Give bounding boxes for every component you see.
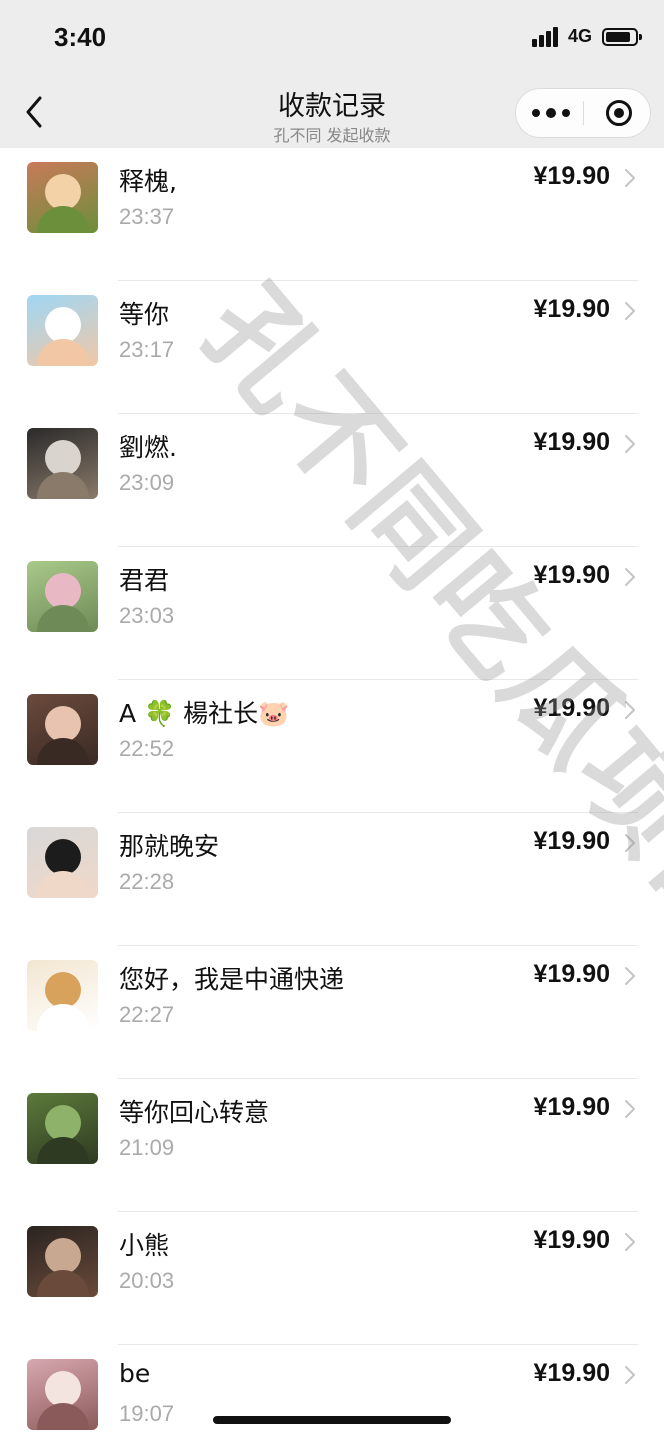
more-button[interactable]: [516, 89, 584, 137]
avatar: [27, 561, 98, 632]
target-dot: [614, 108, 624, 118]
more-dot-icon: [562, 109, 570, 117]
close-mini-program-button[interactable]: [584, 89, 652, 137]
payment-amount: ¥19.90: [533, 960, 610, 988]
payment-time: 20:03: [119, 1268, 175, 1293]
payment-amount: ¥19.90: [533, 561, 610, 589]
list-item[interactable]: 那就晚安 22:28 ¥19.90: [0, 813, 664, 946]
mini-program-capsule: [515, 88, 651, 138]
payment-time: 23:09: [119, 470, 175, 495]
payer-name: 释槐,: [119, 167, 177, 196]
chevron-right-icon: [625, 967, 635, 985]
payer-name: be: [119, 1359, 151, 1388]
status-indicators: 4G: [531, 26, 642, 47]
chevron-right-icon: [625, 169, 635, 187]
list-item[interactable]: 等你回心转意 21:09 ¥19.90: [0, 1079, 664, 1212]
battery-icon: [602, 27, 642, 46]
status-time: 3:40: [54, 22, 107, 52]
payment-amount: ¥19.90: [533, 827, 610, 855]
avatar: [27, 1359, 98, 1430]
chevron-right-icon: [625, 701, 635, 719]
list-item[interactable]: 君君 23:03 ¥19.90: [0, 547, 664, 680]
signal-icon: [531, 26, 560, 47]
payer-name: 等你回心转意: [119, 1098, 270, 1127]
payment-amount: ¥19.90: [533, 1226, 610, 1254]
chevron-right-icon: [625, 1233, 635, 1251]
list-item[interactable]: A 🍀 楊社长🐷 22:52 ¥19.90: [0, 680, 664, 813]
list-item[interactable]: 释槐, 23:37 ¥19.90: [0, 148, 664, 281]
payer-name: 那就晚安: [119, 832, 220, 861]
more-dot-icon: [532, 109, 540, 117]
avatar: [27, 827, 98, 898]
home-indicator[interactable]: [213, 1416, 451, 1424]
payment-amount: ¥19.90: [533, 1359, 610, 1387]
payment-amount: ¥19.90: [533, 162, 610, 190]
chevron-right-icon: [625, 1366, 635, 1384]
status-bar: 3:40 4G: [0, 0, 664, 80]
payment-time: 22:27: [119, 1002, 175, 1027]
avatar: [27, 162, 98, 233]
list-item[interactable]: 劉燃. 23:09 ¥19.90: [0, 414, 664, 547]
list-item[interactable]: 您好，我是中通快递 22:27 ¥19.90: [0, 946, 664, 1079]
payment-amount: ¥19.90: [533, 428, 610, 456]
chevron-right-icon: [625, 302, 635, 320]
payment-records-screen: 3:40 4G 收款记录 孔不同 发起收款 释槐, 23:37 ¥19.90 等…: [0, 0, 664, 1437]
payer-name: A 🍀 楊社长🐷: [119, 699, 290, 728]
more-dot-icon: [546, 108, 556, 118]
avatar: [27, 694, 98, 765]
payment-time: 23:37: [119, 204, 175, 229]
payment-amount: ¥19.90: [533, 295, 610, 323]
payment-record-list: 释槐, 23:37 ¥19.90 等你 23:17 ¥19.90 劉燃. 23:09 ¥19.9…: [0, 148, 664, 1437]
payer-name: 等你: [119, 300, 170, 329]
chevron-right-icon: [625, 834, 635, 852]
avatar: [27, 960, 98, 1031]
chevron-right-icon: [625, 1100, 635, 1118]
payment-amount: ¥19.90: [533, 694, 610, 722]
avatar: [27, 295, 98, 366]
chevron-right-icon: [625, 568, 635, 586]
navigation-bar: 收款记录 孔不同 发起收款: [0, 80, 664, 148]
payer-name: 小熊: [119, 1231, 170, 1260]
avatar: [27, 428, 98, 499]
avatar: [27, 1093, 98, 1164]
list-item[interactable]: 等你 23:17 ¥19.90: [0, 281, 664, 414]
payment-time: 23:03: [119, 603, 175, 628]
payment-time: 22:52: [119, 736, 175, 761]
network-label: 4G: [567, 26, 592, 46]
payment-time: 19:07: [119, 1401, 175, 1426]
avatar: [27, 1226, 98, 1297]
payment-amount: ¥19.90: [533, 1093, 610, 1121]
payment-time: 21:09: [119, 1135, 175, 1160]
payment-time: 23:17: [119, 337, 175, 362]
list-item[interactable]: 小熊 20:03 ¥19.90: [0, 1212, 664, 1345]
payer-name: 君君: [119, 566, 170, 595]
payment-time: 22:28: [119, 869, 175, 894]
chevron-right-icon: [625, 435, 635, 453]
payer-name: 劉燃.: [119, 433, 177, 462]
payer-name: 您好，我是中通快递: [119, 965, 345, 994]
